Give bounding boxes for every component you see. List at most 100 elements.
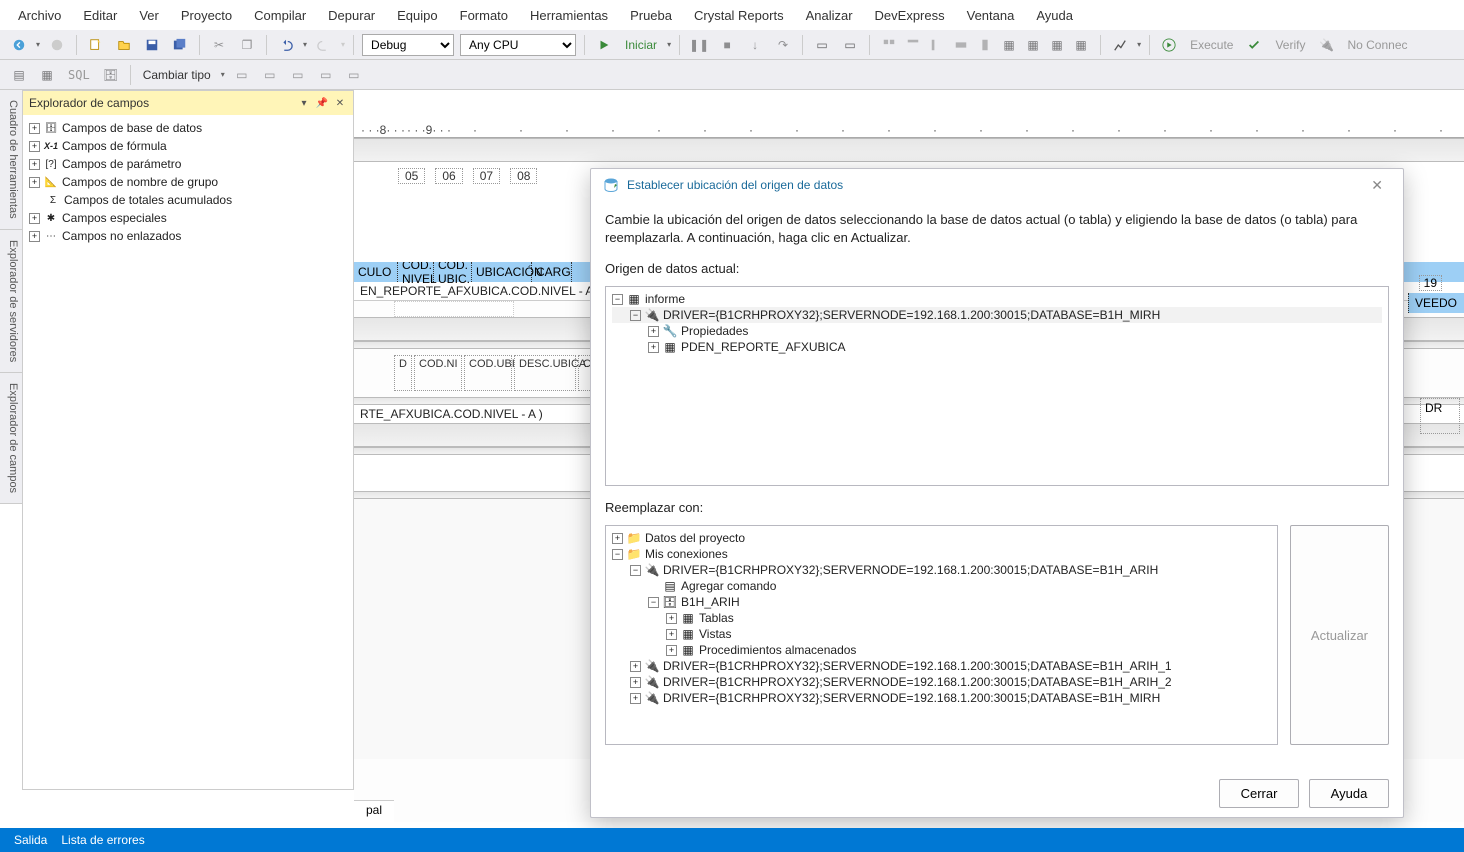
layout-icon[interactable]: ▦ [1070,34,1092,56]
status-output[interactable]: Salida [14,833,47,847]
platform-select[interactable]: Any CPU [460,34,576,56]
menu-ventana[interactable]: Ventana [957,4,1025,27]
nav-back-button[interactable] [8,34,30,56]
header-cell[interactable]: COD. NIVEL [398,262,434,282]
tool-icon[interactable]: ▭ [259,64,281,86]
side-tab[interactable]: Cuadro de herramientas [0,90,22,230]
start-label[interactable]: Iniciar [621,38,661,52]
field-explorer-node[interactable]: +📐Campos de nombre de grupo [29,173,347,191]
update-button[interactable]: Actualizar [1290,525,1389,745]
menu-analizar[interactable]: Analizar [796,4,863,27]
configuration-select[interactable]: Debug [362,34,454,56]
tree-node[interactable]: −🔌DRIVER={B1CRHPROXY32};SERVERNODE=192.1… [612,562,1271,578]
menu-proyecto[interactable]: Proyecto [171,4,242,27]
report-icon[interactable]: ▤ [8,64,30,86]
dialog-close-button[interactable]: ✕ [1363,173,1391,198]
menu-depurar[interactable]: Depurar [318,4,385,27]
start-button[interactable] [593,34,615,56]
verify-check-icon[interactable] [1243,34,1265,56]
new-item-button[interactable] [85,34,107,56]
side-tab[interactable]: Explorador de campos [0,373,22,504]
layout-icon[interactable] [950,34,972,56]
layout-icon[interactable] [878,34,900,56]
tree-node[interactable]: +▦Procedimientos almacenados [612,642,1271,658]
detail-field[interactable]: COD.NI [414,355,462,391]
save-button[interactable] [141,34,163,56]
align-icon-2[interactable]: ▭ [839,34,861,56]
tree-node[interactable]: −🗄B1H_ARIH [612,594,1271,610]
field-explorer-node[interactable]: +⋯Campos no enlazados [29,227,347,245]
menu-archivo[interactable]: Archivo [8,4,71,27]
grid-icon[interactable]: ▦ [36,64,58,86]
detail-field[interactable]: COD.UBI [464,355,512,391]
tool-icon[interactable]: ▭ [343,64,365,86]
open-button[interactable] [113,34,135,56]
tool-icon[interactable]: ▭ [231,64,253,86]
tree-node[interactable]: +🔌DRIVER={B1CRHPROXY32};SERVERNODE=192.1… [612,690,1271,706]
cut-button[interactable]: ✂ [208,34,230,56]
execute-play-icon[interactable] [1158,34,1180,56]
sql-label[interactable]: SQL [64,68,94,82]
field-explorer-node[interactable]: +✱Campos especiales [29,209,347,227]
layout-icon[interactable] [902,34,924,56]
menu-ver[interactable]: Ver [129,4,169,27]
change-type-dropdown[interactable]: Cambiar tipo [139,68,215,82]
header-cell[interactable]: COD. UBIC. [434,262,472,282]
menu-formato[interactable]: Formato [450,4,518,27]
step-over-icon[interactable]: ↷ [772,34,794,56]
pin-icon[interactable]: 📌 [315,96,329,110]
layout-icon[interactable] [926,34,948,56]
menu-compilar[interactable]: Compilar [244,4,316,27]
tree-node[interactable]: ▤Agregar comando [612,578,1271,594]
tree-node[interactable]: +🔧Propiedades [612,323,1382,339]
field-explorer-node[interactable]: +🗄Campos de base de datos [29,119,347,137]
layout-icon[interactable]: ▦ [998,34,1020,56]
detail-field[interactable]: DESC.UBICA. [514,355,576,391]
menu-devexpress[interactable]: DevExpress [865,4,955,27]
tree-node[interactable]: +🔌DRIVER={B1CRHPROXY32};SERVERNODE=192.1… [612,658,1271,674]
verify-label[interactable]: Verify [1271,38,1309,52]
section-bar[interactable] [354,138,1464,162]
layout-icon[interactable] [974,34,996,56]
field-explorer-node[interactable]: ΣCampos de totales acumulados [29,191,347,209]
stop-icon[interactable]: ■ [716,34,738,56]
save-all-button[interactable] [169,34,191,56]
current-datasource-tree[interactable]: −▦informe−🔌DRIVER={B1CRHPROXY32};SERVERN… [605,286,1389,486]
execute-label[interactable]: Execute [1186,38,1237,52]
side-tab[interactable]: Explorador de servidores [0,230,22,373]
tree-node[interactable]: −🔌DRIVER={B1CRHPROXY32};SERVERNODE=192.1… [612,307,1382,323]
tree-node[interactable]: +▦PDEN_REPORTE_AFXUBICA [612,339,1382,355]
close-button[interactable]: Cerrar [1219,779,1299,808]
field-explorer-node[interactable]: +X-1Campos de fórmula [29,137,347,155]
tree-node[interactable]: +▦Vistas [612,626,1271,642]
replace-with-tree[interactable]: +📁Datos del proyecto−📁Mis conexiones−🔌DR… [605,525,1278,745]
menu-ayuda[interactable]: Ayuda [1026,4,1083,27]
help-button[interactable]: Ayuda [1309,779,1389,808]
align-icon[interactable]: ▭ [811,34,833,56]
layout-icon[interactable]: ▦ [1022,34,1044,56]
status-errors[interactable]: Lista de errores [61,833,144,847]
report-tab[interactable]: pal [354,800,394,822]
step-into-icon[interactable]: ↓ [744,34,766,56]
close-icon[interactable]: ✕ [333,96,347,110]
nav-forward-button[interactable] [46,34,68,56]
undo-button[interactable] [275,34,297,56]
tree-node[interactable]: +🔌DRIVER={B1CRHPROXY32};SERVERNODE=192.1… [612,674,1271,690]
tree-node[interactable]: −📁Mis conexiones [612,546,1271,562]
header-cell[interactable]: CULO [354,262,398,282]
detail-field[interactable]: D [394,355,412,391]
tool-icon[interactable]: ▭ [287,64,309,86]
copy-button[interactable]: ❐ [236,34,258,56]
header-cell[interactable]: CARG [532,262,572,282]
tree-node[interactable]: +▦Tablas [612,610,1271,626]
header-cell[interactable]: UBICACIÓN [472,262,532,282]
menu-prueba[interactable]: Prueba [620,4,682,27]
menu-editar[interactable]: Editar [73,4,127,27]
db-icon[interactable]: 🗄 [100,64,122,86]
redo-button[interactable] [313,34,335,56]
tool-icon[interactable]: ▭ [315,64,337,86]
menu-crystal reports[interactable]: Crystal Reports [684,4,794,27]
chart-icon[interactable] [1109,34,1131,56]
dropdown-icon[interactable]: ▾ [297,96,311,110]
menu-herramientas[interactable]: Herramientas [520,4,618,27]
